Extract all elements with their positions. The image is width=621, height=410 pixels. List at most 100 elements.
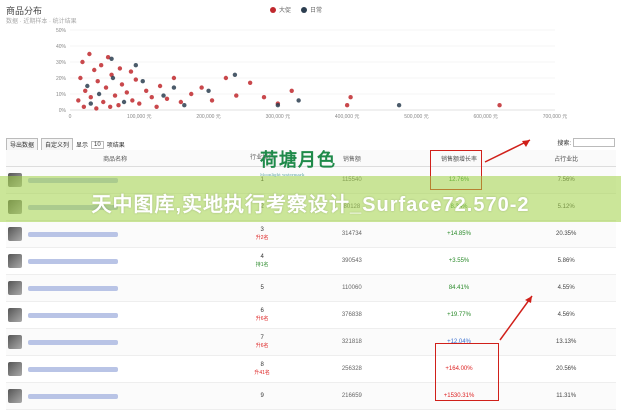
growth-cell: +14.85% (447, 231, 471, 237)
scatter-point (121, 99, 127, 105)
scatter-point (161, 93, 166, 98)
y-tick-label: 10% (56, 92, 67, 98)
rank-cell: 3 升2名 (222, 226, 302, 242)
scatter-point (87, 51, 92, 57)
product-name-link[interactable] (28, 258, 118, 264)
product-cell (6, 281, 222, 295)
col-share[interactable]: 占行业比 (516, 154, 616, 163)
search-input[interactable] (573, 138, 615, 147)
product-name-link[interactable] (28, 366, 118, 372)
x-tick-label: 300,000 元 (266, 114, 290, 120)
scatter-point (189, 91, 194, 97)
col-name[interactable]: 商品名称 (6, 154, 222, 163)
scatter-point (98, 63, 104, 68)
scatter-point (289, 88, 294, 94)
rank-value: 6 (260, 308, 264, 314)
scatter-point (76, 98, 81, 103)
x-tick-label: 100,000 元 (127, 114, 151, 120)
scatter-point (149, 95, 154, 100)
scatter-point (94, 106, 99, 111)
chart-legend: 大促 日常 (270, 5, 322, 14)
show-suffix: 项结果 (106, 143, 125, 149)
product-cell (6, 254, 222, 268)
share-cell: 13.13% (555, 339, 577, 345)
table-row[interactable]: 3 升2名 314734 +14.85% 20.35% (6, 221, 616, 248)
sales-cell: 110060 (342, 285, 362, 291)
product-name-link[interactable] (28, 393, 118, 399)
legend-dot-daily (301, 6, 308, 13)
product-cell (6, 362, 222, 376)
rank-change: 升6名 (255, 343, 269, 349)
sales-cell: 314734 (341, 231, 362, 237)
scatter-point (116, 103, 121, 108)
table-row[interactable]: 9 216659 +1530.31% 11.31% (6, 383, 616, 410)
product-name-link[interactable] (28, 285, 118, 291)
scatter-point (124, 90, 130, 95)
product-name-link[interactable] (28, 312, 118, 318)
scatter-point (88, 101, 93, 106)
product-thumbnail (8, 335, 22, 349)
table-row[interactable]: 8 升41名 256328 +164.00% 20.56% (6, 356, 616, 383)
x-tick-label: 400,000 元 (335, 114, 359, 120)
table-row[interactable]: 5 110060 84.41% 4.55% (6, 275, 616, 302)
scatter-point (137, 101, 142, 106)
table-row[interactable]: 4 持1名 390543 +3.55% 5.86% (6, 248, 616, 275)
growth-cell: +3.55% (448, 258, 470, 264)
product-cell (6, 227, 222, 241)
scatter-point (119, 82, 125, 87)
scatter-point (157, 83, 163, 89)
scatter-point (92, 67, 97, 73)
sales-cell: 321818 (341, 339, 362, 345)
table-row[interactable]: 7 升6名 321818 +12.04% 13.13% (6, 329, 616, 356)
legend-item-daily[interactable]: 日常 (301, 5, 322, 14)
highlight-box-values (435, 343, 499, 401)
watermark-banner-text: 天中图库,实地执行考察设计_Surface72.570-2 (91, 194, 530, 216)
product-thumbnail (8, 281, 22, 295)
table-row[interactable]: 6 升6名 376838 +19.77% 4.56% (6, 302, 616, 329)
scatter-point (110, 75, 116, 81)
scatter-point (117, 66, 123, 71)
scatter-point (88, 95, 93, 100)
scatter-point (199, 85, 204, 90)
scatter-point (296, 98, 301, 103)
scatter-point (223, 75, 229, 81)
rank-cell: 8 升41名 (222, 361, 302, 377)
scatter-point (128, 69, 134, 74)
scatter-point (171, 85, 177, 90)
share-cell: 20.35% (555, 231, 577, 237)
product-name-link[interactable] (28, 231, 118, 237)
show-label: 显示 (76, 143, 89, 149)
scatter-point (96, 91, 102, 97)
scatter-point (83, 88, 88, 94)
rank-value: 9 (260, 393, 264, 399)
scatter-point (164, 96, 170, 102)
rank-change: 升41名 (254, 370, 270, 376)
y-tick-label: 40% (56, 44, 67, 50)
scatter-point (344, 103, 350, 108)
y-tick-label: 0% (59, 108, 67, 114)
scatter-point (261, 95, 267, 100)
scatter-point (112, 93, 118, 98)
legend-item-promo[interactable]: 大促 (270, 5, 291, 14)
watermark-logo-text: 荷塘月色 (260, 150, 336, 171)
sales-cell: 390543 (341, 258, 362, 264)
y-tick-label: 50% (56, 28, 67, 34)
scatter-point (209, 98, 215, 103)
product-name-link[interactable] (28, 339, 118, 345)
x-tick-label: 600,000 元 (473, 114, 497, 120)
legend-label-daily: 日常 (310, 8, 323, 14)
rank-value: 5 (260, 285, 264, 291)
product-cell (6, 308, 222, 322)
rank-change: 升2名 (255, 235, 269, 241)
scatter-point (154, 104, 159, 110)
scatter-point (107, 104, 113, 110)
rank-value: 3 (260, 227, 264, 233)
share-cell: 11.31% (556, 393, 577, 399)
legend-label-promo: 大促 (279, 8, 292, 14)
y-tick-label: 30% (56, 60, 67, 66)
page-size-select[interactable]: 10 (91, 140, 104, 149)
rank-value: 4 (260, 254, 264, 260)
scatter-point (232, 72, 238, 77)
search-box: 搜索: (557, 138, 615, 147)
sales-cell: 376838 (341, 312, 362, 318)
